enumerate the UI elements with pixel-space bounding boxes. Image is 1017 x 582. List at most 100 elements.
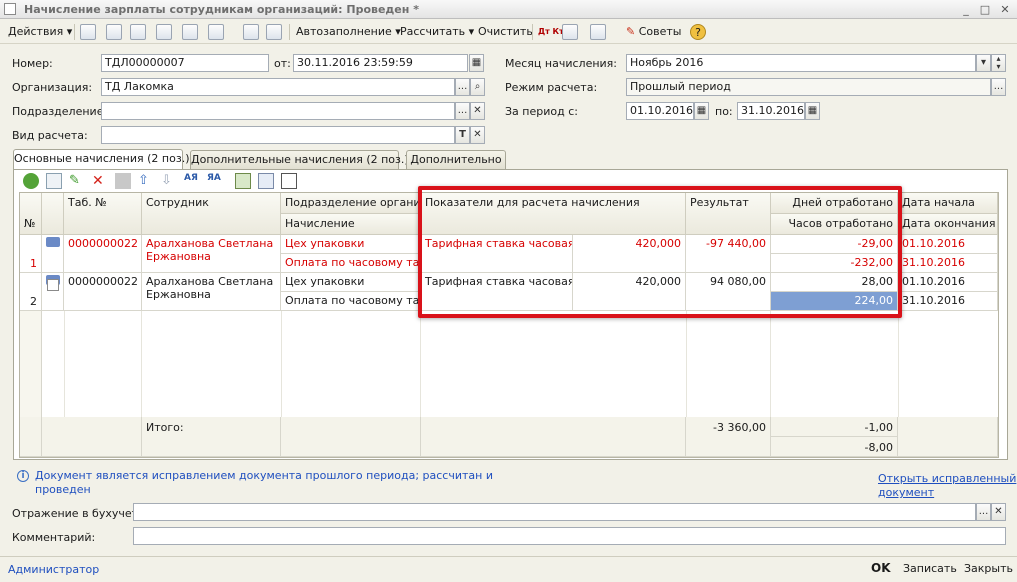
row-checkbox[interactable] [47,279,59,291]
calendar-icon[interactable]: ▦ [469,54,484,72]
tab-main-accruals[interactable]: Основные начисления (2 поз.) [13,149,189,170]
tab-additional-accruals[interactable]: Дополнительные начисления (2 поз.) [190,150,409,169]
actions-menu[interactable]: Действия ▾ [8,24,72,40]
calendar-icon[interactable]: ▦ [694,102,709,120]
row-department[interactable]: Цех упаковки [281,235,421,254]
sort-asc-icon[interactable]: АЯ [184,173,200,189]
row-accrual[interactable]: Оплата по часовому та... [281,292,421,311]
row-start-date[interactable]: 01.10.2016 [898,235,998,254]
minimize-button[interactable]: _ [958,2,974,17]
fill-icon[interactable] [235,173,251,189]
header-icon-col [42,193,64,235]
edit-icon[interactable]: ✎ [69,173,85,189]
empty-col [898,311,998,417]
row-end-date[interactable]: 31.10.2016 [898,254,998,273]
post-icon[interactable] [156,24,172,40]
delete-icon[interactable]: ✕ [92,173,108,189]
stepper-icon[interactable]: ▴ ▾ [991,54,1006,72]
mode-field[interactable]: Прошлый период [626,78,991,96]
calc-kind-label: Вид расчета: [12,129,88,142]
save-icon[interactable] [80,24,96,40]
user-link[interactable]: Администратор [8,563,99,576]
search-icon[interactable]: ⌕ [470,78,485,96]
row-department[interactable]: Цех упаковки [281,273,421,292]
department-field[interactable] [101,102,455,120]
copy-table-icon[interactable] [258,173,274,189]
reflect-label: Отражение в бухучете: [12,507,149,520]
open-corrected-link-2[interactable]: документ [878,486,934,499]
row-end-date[interactable]: 31.10.2016 [898,292,998,311]
row-start-date[interactable]: 01.10.2016 [898,273,998,292]
add-icon[interactable] [23,173,39,189]
copy-icon[interactable] [130,24,146,40]
clear-icon[interactable]: ✕ [470,102,485,120]
row-num: 2 [20,273,42,311]
window-title: Начисление зарплаты сотрудникам организа… [24,3,419,16]
report-icon[interactable] [562,24,578,40]
calculate-label: Рассчитать [400,25,466,38]
move-up-icon[interactable]: ⇧ [138,173,154,189]
end-edit-icon[interactable] [115,173,131,189]
sort-desc-icon[interactable]: ЯА [207,173,223,189]
tips-button[interactable]: ✎ Советы [626,24,681,40]
tips-label: Советы [638,25,682,38]
row-tab-num[interactable]: 0000000022 [64,235,142,273]
header-employee: Сотрудник [142,193,281,235]
organization-field[interactable]: ТД Лакомка [101,78,455,96]
header-tab-num: Таб. № [64,193,142,235]
totals-days: -1,00 [771,417,898,437]
calculate-menu[interactable]: Рассчитать ▾ [400,24,474,40]
unpost-icon[interactable] [182,24,198,40]
reflect-field[interactable] [133,503,976,521]
move-down-icon[interactable]: ⇩ [161,173,177,189]
row-employee[interactable]: Аралханова Светлана Ержановна [142,273,281,311]
month-field[interactable]: Ноябрь 2016 [626,54,976,72]
movements-icon[interactable] [590,24,606,40]
autofill-label: Автозаполнение [296,25,392,38]
dt-kt-button[interactable]: Дт Кт [538,24,564,40]
autofill-menu[interactable]: Автозаполнение ▾ [296,24,401,40]
select-button[interactable]: ... [991,78,1006,96]
close-window-button[interactable]: ✕ [997,2,1013,17]
columns-icon[interactable] [281,173,297,189]
tab-additional[interactable]: Дополнительно [406,150,506,169]
comment-field[interactable] [133,527,1006,545]
toolbar: Действия ▾ Автозаполнение ▾ Рассчитать ▾… [0,20,1017,44]
comment-label: Комментарий: [12,531,96,544]
refresh-icon[interactable] [106,24,122,40]
clear-icon[interactable]: ✕ [991,503,1006,521]
header-num: № [20,193,42,235]
chevron-down-icon[interactable]: ▾ [976,54,991,72]
clear-button[interactable]: Очистить [478,24,533,40]
period-to-field[interactable]: 31.10.2016 [737,102,805,120]
list-icon[interactable] [266,24,282,40]
maximize-button[interactable]: □ [977,2,993,17]
open-corrected-link-1[interactable]: Открыть исправленный [878,472,1016,485]
row-accrual[interactable]: Оплата по часовому та... [281,254,421,273]
footer-bar: Администратор OK Записать Закрыть [0,556,1017,582]
period-from-label: За период с: [505,105,578,118]
date-field[interactable]: 30.11.2016 23:59:59 [293,54,468,72]
goto-icon[interactable] [208,24,224,40]
select-button[interactable]: ... [976,503,991,521]
organization-label: Организация: [12,81,93,94]
text-icon[interactable]: T [455,126,470,144]
lightbulb-icon: ✎ [626,25,636,38]
close-button[interactable]: Закрыть [964,562,1013,575]
period-from-field[interactable]: 01.10.2016 [626,102,694,120]
help-icon[interactable]: ? [690,24,706,40]
clear-icon[interactable]: ✕ [470,126,485,144]
select-button[interactable]: ... [455,102,470,120]
calendar-icon[interactable]: ▦ [805,102,820,120]
calc-kind-field[interactable] [101,126,455,144]
row-tab-num[interactable]: 0000000022 [64,273,142,311]
select-button[interactable]: ... [455,78,470,96]
row-employee[interactable]: Аралханова Светлана Ержановна [142,235,281,273]
number-field[interactable]: ТДЛ00000007 [101,54,269,72]
info-icon: i [17,470,29,482]
toolbar-separator [532,24,533,40]
copy-row-icon[interactable] [46,173,62,189]
ok-button[interactable]: OK [871,561,891,575]
save-button[interactable]: Записать [903,562,957,575]
structure-icon[interactable] [243,24,259,40]
